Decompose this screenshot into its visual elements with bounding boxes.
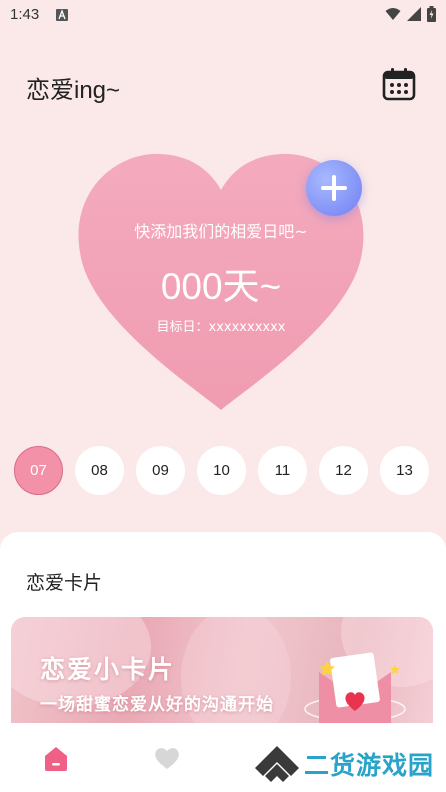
add-date-button[interactable] [306, 160, 362, 216]
status-bar: 1:43 [0, 0, 446, 30]
home-icon[interactable] [42, 744, 70, 772]
date-item[interactable]: 09 [136, 446, 185, 495]
signal-icon [407, 7, 421, 21]
status-icons [385, 6, 436, 22]
section-title: 恋爱卡片 [26, 572, 103, 594]
wifi-icon [385, 8, 401, 20]
card-title: 恋爱小卡片 [40, 655, 176, 684]
date-item[interactable]: 13 [380, 446, 429, 495]
card-subtitle: 一场甜蜜恋爱从好的沟通开始 [40, 695, 274, 715]
watermark-logo: 二货游戏园 [254, 744, 434, 784]
page-title: 恋爱ing~ [26, 77, 121, 104]
watermark-text: 二货游戏园 [304, 751, 435, 780]
add-date-prompt: 快添加我们的相爱日吧~ [134, 222, 308, 241]
app-notification-icon [56, 9, 68, 21]
days-counter: 000天~ [160, 266, 282, 307]
plus-icon [321, 175, 347, 201]
battery-icon [427, 6, 436, 22]
date-item[interactable]: 08 [75, 446, 124, 495]
heart-icon[interactable] [153, 744, 181, 772]
calendar-icon[interactable] [382, 67, 416, 101]
week-date-selector: 07 08 09 10 11 12 13 [14, 446, 434, 496]
chevron-up-logo-icon [255, 746, 299, 782]
status-time: 1:43 [10, 6, 40, 23]
date-item[interactable]: 12 [319, 446, 368, 495]
date-item[interactable]: 11 [258, 446, 307, 495]
date-item[interactable]: 10 [197, 446, 246, 495]
target-date-label: 目标日：xxxxxxxxxx [156, 320, 286, 335]
date-item-selected[interactable]: 07 [14, 446, 63, 495]
envelope-heart-icon [304, 652, 406, 723]
